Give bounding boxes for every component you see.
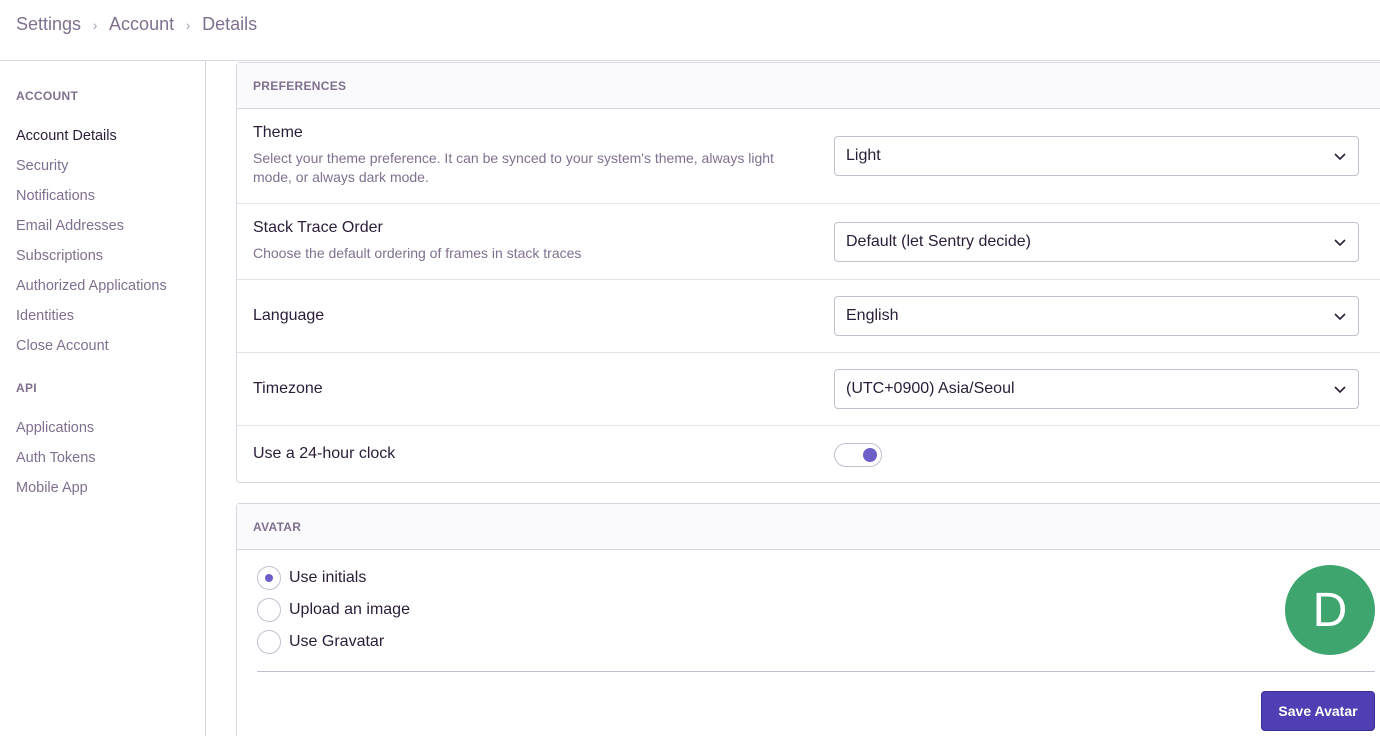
avatar-panel-title: AVATAR (237, 504, 1380, 550)
avatar-panel: AVATAR Use initials Upload an image Use … (236, 503, 1380, 736)
sidebar-item-identities[interactable]: Identities (16, 308, 74, 324)
stack-trace-help-text: Choose the default ordering of frames in… (253, 245, 582, 261)
chevron-down-icon (1334, 153, 1346, 161)
radio-label-use-gravatar: Use Gravatar (289, 633, 385, 650)
radio-label-use-initials: Use initials (289, 569, 367, 586)
theme-row: Theme Select your theme preference. It c… (237, 109, 1380, 204)
radio-button-checked[interactable] (257, 566, 281, 590)
radio-upload-image[interactable]: Upload an image (257, 598, 410, 622)
avatar-divider (257, 671, 1375, 672)
language-row: Language English (237, 280, 1380, 353)
sidebar-heading-api: API (16, 381, 37, 395)
chevron-down-icon (1334, 239, 1346, 247)
timezone-select[interactable]: (UTC+0900) Asia/Seoul (834, 369, 1359, 409)
sidebar-heading-account: ACCOUNT (16, 89, 79, 103)
stack-trace-select[interactable]: Default (let Sentry decide) (834, 222, 1359, 262)
radio-button[interactable] (257, 598, 281, 622)
sidebar-item-subscriptions[interactable]: Subscriptions (16, 248, 103, 264)
save-avatar-button[interactable]: Save Avatar (1261, 691, 1375, 731)
preferences-panel-title: PREFERENCES (237, 63, 1380, 109)
theme-select[interactable]: Light (834, 136, 1359, 176)
clock-row: Use a 24-hour clock (237, 426, 1380, 482)
breadcrumb-details: Details (202, 14, 258, 34)
theme-label: Theme (253, 124, 303, 141)
avatar-preview: D (1285, 565, 1375, 655)
sidebar-item-notifications[interactable]: Notifications (16, 188, 95, 204)
timezone-label: Timezone (253, 380, 323, 397)
breadcrumb: Settings › Account › Details (16, 14, 257, 35)
sidebar-item-authorized-applications[interactable]: Authorized Applications (16, 278, 167, 294)
language-select-value: English (846, 307, 899, 324)
preferences-panel: PREFERENCES Theme Select your theme pref… (236, 62, 1380, 483)
sidebar-item-close-account[interactable]: Close Account (16, 338, 109, 354)
stack-trace-label: Stack Trace Order (253, 219, 383, 236)
sidebar-item-email-addresses[interactable]: Email Addresses (16, 218, 124, 234)
sidebar-item-auth-tokens[interactable]: Auth Tokens (16, 450, 96, 466)
radio-use-initials[interactable]: Use initials (257, 566, 366, 590)
breadcrumb-settings[interactable]: Settings (16, 14, 81, 35)
chevron-down-icon (1334, 313, 1346, 321)
sidebar-item-mobile-app[interactable]: Mobile App (16, 480, 88, 496)
radio-use-gravatar[interactable]: Use Gravatar (257, 630, 384, 654)
toggle-knob (863, 448, 877, 462)
chevron-right-icon: › (185, 16, 191, 33)
theme-select-value: Light (846, 147, 881, 164)
page-header: Settings › Account › Details (0, 0, 1380, 61)
theme-help-text: Select your theme preference. It can be … (253, 150, 774, 185)
radio-label-upload-image: Upload an image (289, 601, 410, 618)
stack-trace-select-value: Default (let Sentry decide) (846, 233, 1031, 250)
chevron-down-icon (1334, 386, 1346, 394)
timezone-select-value: (UTC+0900) Asia/Seoul (846, 380, 1015, 397)
clock-toggle[interactable] (834, 443, 882, 467)
stack-trace-row: Stack Trace Order Choose the default ord… (237, 204, 1380, 280)
language-select[interactable]: English (834, 296, 1359, 336)
settings-sidebar: ACCOUNT Account Details Security Notific… (0, 61, 206, 736)
sidebar-item-security[interactable]: Security (16, 158, 68, 174)
sidebar-item-applications[interactable]: Applications (16, 420, 94, 436)
language-label: Language (253, 307, 325, 324)
radio-button[interactable] (257, 630, 281, 654)
timezone-row: Timezone (UTC+0900) Asia/Seoul (237, 353, 1380, 426)
clock-label: Use a 24-hour clock (253, 445, 396, 462)
sidebar-item-account-details[interactable]: Account Details (16, 128, 117, 144)
chevron-right-icon: › (92, 16, 98, 33)
breadcrumb-account[interactable]: Account (109, 14, 174, 35)
